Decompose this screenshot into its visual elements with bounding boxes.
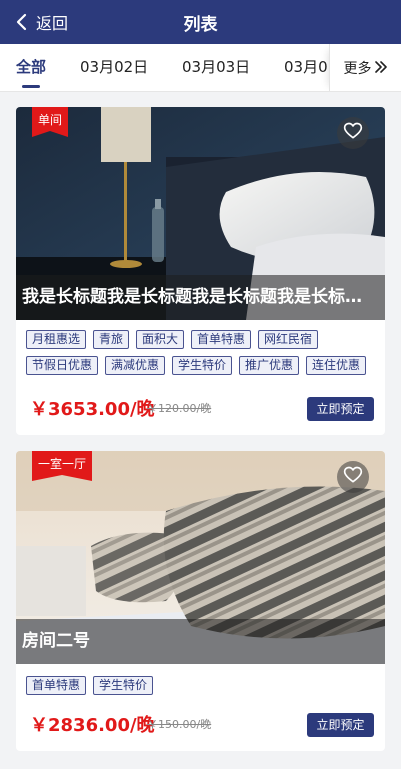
page-title: 列表 — [183, 14, 218, 35]
room-card[interactable]: 一室一厅 房间二号 首单特惠 学生特价 ￥2836.00/晚 ￥150.00/晚… — [16, 451, 385, 751]
tab-all[interactable]: 全部 — [16, 44, 46, 91]
back-button[interactable]: 返回 — [14, 0, 68, 44]
date-tabs-track: 全部 03月02日 03月03日 03月0 — [0, 44, 330, 91]
chevron-left-icon — [14, 13, 30, 31]
tag: 推广优惠 — [239, 356, 300, 375]
room-price: ￥3653.00/晚 — [30, 399, 155, 420]
tag: 网红民宿 — [258, 330, 319, 349]
top-nav-bar: 返回 列表 — [0, 0, 401, 44]
tab-date-0303[interactable]: 03月03日 — [182, 44, 250, 91]
more-label: 更多 — [343, 61, 372, 77]
original-price: ￥150.00/晚 — [147, 718, 212, 731]
tag: 满减优惠 — [105, 356, 166, 375]
heart-outline-icon — [343, 121, 363, 145]
book-now-button[interactable]: 立即预定 — [307, 713, 374, 737]
tag: 月租惠选 — [26, 330, 87, 349]
room-title: 我是长标题我是长标题我是长标题我是长标题我是长标题 — [16, 275, 385, 320]
back-label: 返回 — [36, 14, 69, 33]
room-photo: 单间 我是长标题我是长标题我是长标题我是长标题我是长标题 — [16, 107, 385, 320]
favorite-button[interactable] — [337, 461, 369, 493]
tag: 青旅 — [93, 330, 130, 349]
book-now-button[interactable]: 立即预定 — [307, 397, 374, 421]
room-price: ￥2836.00/晚 — [30, 715, 155, 736]
tag: 学生特价 — [93, 676, 154, 695]
tag: 面积大 — [136, 330, 185, 349]
favorite-button[interactable] — [337, 117, 369, 149]
room-card[interactable]: 单间 我是长标题我是长标题我是长标题我是长标题我是长标题 月租惠选 青旅 面积大… — [16, 107, 385, 435]
heart-outline-icon — [343, 465, 363, 489]
tab-date-0304[interactable]: 03月0 — [284, 44, 328, 91]
tag: 连住优惠 — [306, 356, 367, 375]
tag: 节假日优惠 — [26, 356, 99, 375]
date-tabs: 全部 03月02日 03月03日 03月0 更多 — [0, 44, 401, 92]
room-photo: 一室一厅 房间二号 — [16, 451, 385, 664]
tag: 首单特惠 — [26, 676, 87, 695]
original-price: ￥120.00/晚 — [147, 402, 212, 415]
tab-date-0302[interactable]: 03月02日 — [80, 44, 148, 91]
tag: 学生特价 — [172, 356, 233, 375]
tag: 首单特惠 — [191, 330, 252, 349]
double-chevron-right-icon — [374, 59, 388, 78]
room-title: 房间二号 — [16, 619, 385, 664]
more-dates-button[interactable]: 更多 — [329, 44, 401, 91]
